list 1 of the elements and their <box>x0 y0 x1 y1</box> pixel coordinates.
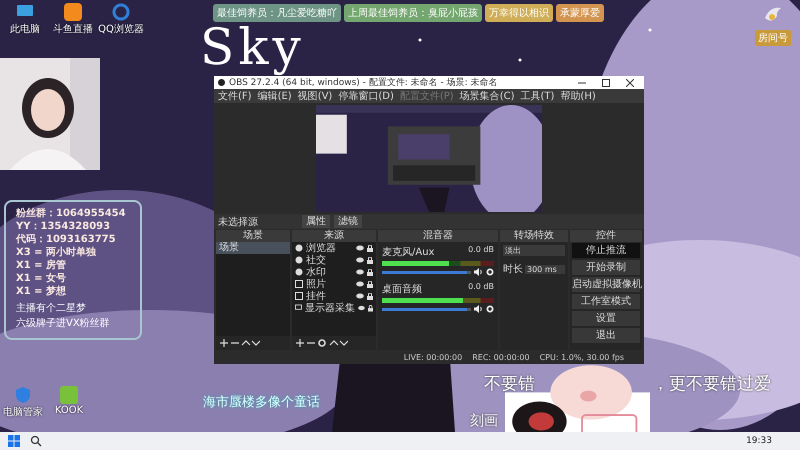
clock[interactable]: 19:33 <box>746 436 772 446</box>
